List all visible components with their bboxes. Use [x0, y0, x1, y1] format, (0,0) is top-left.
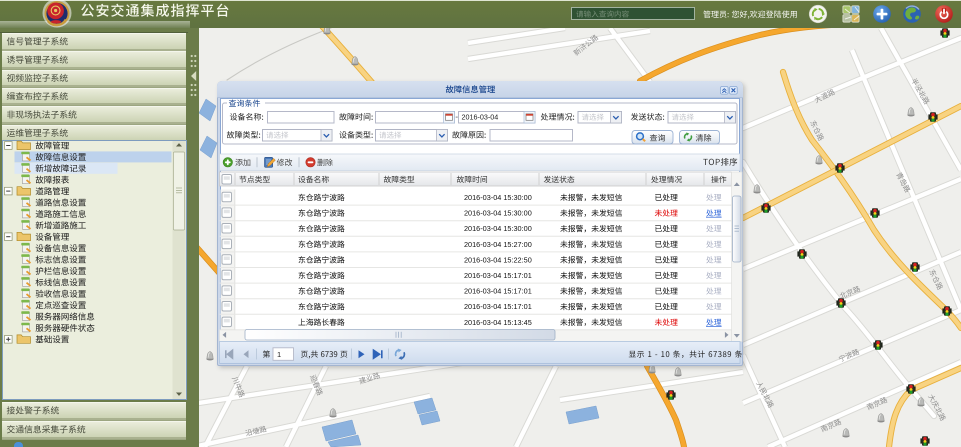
svg-text:2016-03-04 15:30:00: 2016-03-04 15:30:00 [464, 224, 532, 233]
svg-text:2016-03-04 15:17:01: 2016-03-04 15:17:01 [464, 271, 532, 280]
svg-text:2016-03-04 15:13:45: 2016-03-04 15:13:45 [464, 318, 532, 327]
svg-text:2016-03-04 15:22:50: 2016-03-04 15:22:50 [464, 255, 532, 264]
svg-text:2016-03-04 15:17:01: 2016-03-04 15:17:01 [464, 287, 532, 296]
svg-text:2016-03-04: 2016-03-04 [462, 113, 499, 122]
svg-text:1: 1 [277, 350, 281, 359]
svg-text:2016-03-04 15:30:00: 2016-03-04 15:30:00 [464, 193, 532, 202]
svg-text:2016-03-04 15:27:00: 2016-03-04 15:27:00 [464, 240, 532, 249]
svg-text:2016-03-04 15:30:00: 2016-03-04 15:30:00 [464, 209, 532, 218]
svg-text:2016-03-04 15:17:01: 2016-03-04 15:17:01 [464, 302, 532, 311]
